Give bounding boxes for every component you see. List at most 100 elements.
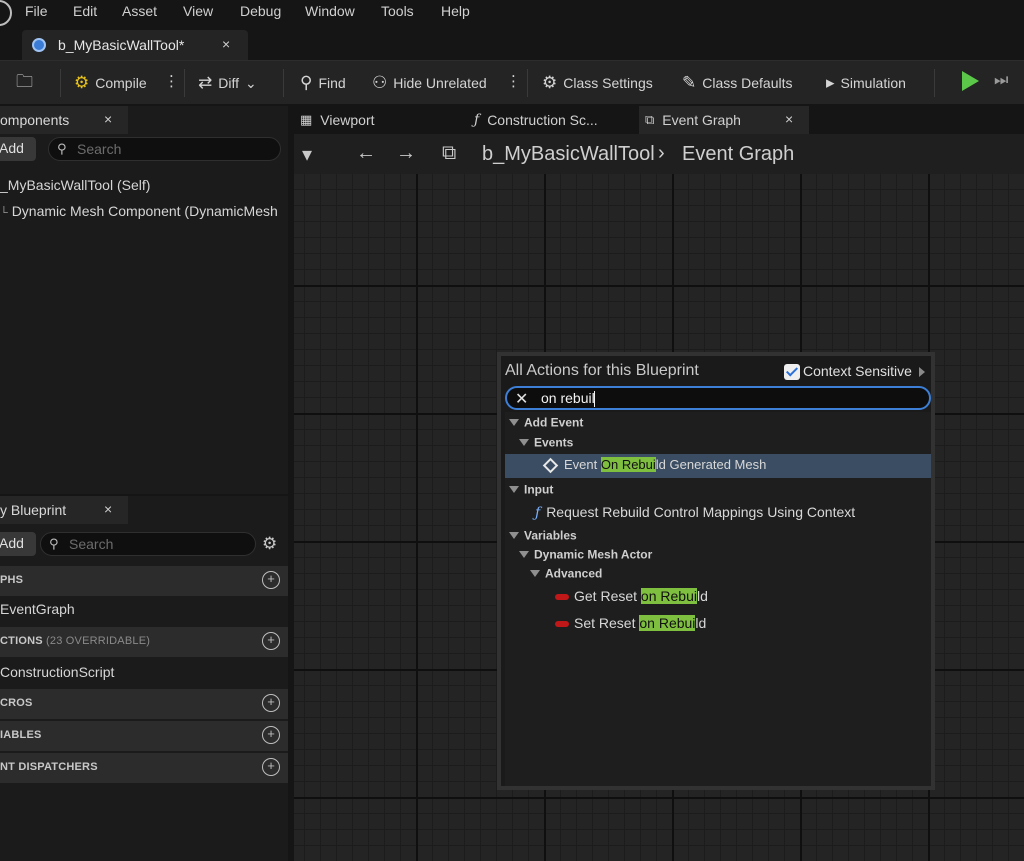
graph-item-eventgraph[interactable]: EventGraph: [0, 601, 75, 617]
text-caret: [594, 391, 595, 407]
context-expand-icon[interactable]: [919, 367, 925, 377]
blueprint-asset-icon: [32, 38, 46, 52]
asset-tab[interactable]: b_MyBasicWallTool* ×: [22, 30, 248, 60]
tab-event-graph[interactable]: ⧉ Event Graph ×: [639, 106, 809, 134]
toolbar-divider: [184, 69, 185, 97]
graphs-section[interactable]: PHS +: [0, 566, 288, 596]
bookmark-icon[interactable]: ▾: [302, 142, 312, 167]
macros-section[interactable]: CROS +: [0, 689, 288, 719]
components-close-icon[interactable]: ×: [104, 111, 112, 127]
variables-section[interactable]: IABLES +: [0, 721, 288, 751]
tree-item-self[interactable]: _MyBasicWallTool (Self): [0, 177, 150, 193]
my-blueprint-search-placeholder: Search: [69, 536, 114, 552]
forward-arrow-icon[interactable]: →: [396, 142, 416, 165]
menu-edit[interactable]: Edit: [73, 3, 97, 19]
gear-icon: ⚙: [542, 73, 558, 92]
event-icon: [542, 457, 559, 474]
action-item-request-rebuild[interactable]: ƒ Request Rebuild Control Mappings Using …: [505, 504, 931, 526]
compile-status-icon: ⚙: [74, 73, 90, 92]
menu-tools[interactable]: Tools: [381, 3, 414, 19]
expand-triangle-icon: [509, 486, 519, 494]
folder-search-icon: 🗀: [16, 71, 33, 91]
context-sensitive-checkbox[interactable]: [784, 364, 800, 380]
category-label: Events: [534, 435, 574, 450]
search-highlight: on Rebui: [639, 615, 696, 631]
diff-button[interactable]: ⇄ Diff ⌄: [198, 72, 257, 94]
simulation-button[interactable]: ▸ Simulation: [826, 72, 906, 94]
menu-file[interactable]: File: [25, 3, 48, 19]
add-dispatcher-icon[interactable]: +: [262, 758, 280, 776]
back-arrow-icon[interactable]: ←: [356, 142, 376, 165]
dispatchers-section[interactable]: NT DISPATCHERS +: [0, 753, 288, 783]
functions-section-label: CTIONS (23 OVERRIDABLE): [0, 635, 150, 647]
my-blueprint-close-icon[interactable]: ×: [104, 501, 112, 517]
advance-frame-icon[interactable]: ⏭: [994, 72, 1008, 90]
class-settings-label: Class Settings: [563, 75, 653, 91]
dispatchers-section-label: NT DISPATCHERS: [0, 761, 98, 773]
gear-icon[interactable]: ⚙: [262, 534, 277, 554]
expand-triangle-icon: [530, 570, 540, 578]
category-events[interactable]: Events: [505, 434, 931, 456]
functions-section[interactable]: CTIONS (23 OVERRIDABLE) +: [0, 627, 288, 657]
tab-construction-script[interactable]: ƒ Construction Sc...: [474, 106, 634, 134]
action-item-text: Request Rebuild Control Mappings Using C…: [546, 504, 856, 520]
tab-event-graph-close-icon[interactable]: ×: [785, 111, 793, 127]
my-blueprint-search-input[interactable]: ⚲ Search: [40, 532, 256, 556]
menu-asset[interactable]: Asset: [122, 3, 157, 19]
breadcrumb-blueprint[interactable]: b_MyBasicWallTool: [482, 143, 655, 166]
action-search-input[interactable]: ✕ on rebuil: [505, 386, 931, 410]
tree-item-dynamic-mesh[interactable]: └ Dynamic Mesh Component (DynamicMesh: [0, 203, 278, 219]
add-member-button[interactable]: Add: [0, 532, 36, 556]
add-macro-icon[interactable]: +: [262, 694, 280, 712]
class-settings-button[interactable]: ⚙ Class Settings: [542, 72, 653, 94]
search-icon: ⚲: [49, 536, 59, 551]
browse-asset-button[interactable]: 🗀: [16, 72, 33, 94]
play-icon[interactable]: [962, 71, 979, 91]
action-list: Add Event Events Event On Rebuild Genera…: [505, 412, 931, 786]
action-item-text: ld: [695, 615, 707, 631]
macros-section-label: CROS: [0, 697, 33, 709]
hide-unrelated-button[interactable]: ⚇ Hide Unrelated: [372, 72, 487, 94]
my-blueprint-tab[interactable]: y Blueprint ×: [0, 496, 128, 524]
components-search-input[interactable]: ⚲ Search: [48, 137, 281, 161]
engine-logo-icon[interactable]: [0, 0, 12, 26]
category-input[interactable]: Input: [505, 481, 931, 503]
category-advanced[interactable]: Advanced: [505, 565, 931, 587]
action-search-query: on rebuil: [541, 390, 595, 406]
add-component-button[interactable]: Add: [0, 137, 36, 161]
menu-view[interactable]: View: [183, 3, 213, 19]
find-icon: ⚲: [300, 73, 313, 92]
chevron-down-icon: ⌄: [245, 74, 257, 91]
hide-unrelated-options-icon[interactable]: ⋮: [506, 72, 521, 90]
toolbar-divider: [934, 69, 935, 97]
category-label: Dynamic Mesh Actor: [534, 547, 653, 562]
graphs-section-label: PHS: [0, 574, 24, 586]
menu-help[interactable]: Help: [441, 3, 470, 19]
action-item-set-reset-on-rebuild[interactable]: Set Reset on Rebuild: [505, 615, 931, 637]
category-label: Add Event: [524, 415, 584, 430]
class-defaults-button[interactable]: ✎ Class Defaults: [682, 72, 793, 94]
components-tab[interactable]: omponents ×: [0, 106, 128, 134]
asset-tab-close-icon[interactable]: ×: [222, 36, 230, 52]
function-icon: ƒ: [535, 505, 541, 521]
action-item-get-reset-on-rebuild[interactable]: Get Reset on Rebuild: [505, 588, 931, 610]
menu-window[interactable]: Window: [305, 3, 355, 19]
tab-viewport-label: Viewport: [320, 112, 375, 128]
menu-debug[interactable]: Debug: [240, 3, 281, 19]
add-graph-icon[interactable]: +: [262, 571, 280, 589]
action-item-event-on-rebuild[interactable]: Event On Rebuild Generated Mesh: [505, 454, 931, 478]
action-item-text: Event: [564, 457, 601, 472]
tab-viewport[interactable]: ▦ Viewport: [300, 106, 460, 134]
action-item-text: Set Reset: [574, 615, 640, 631]
class-defaults-label: Class Defaults: [702, 75, 793, 91]
asset-tab-strip: b_MyBasicWallTool* ×: [0, 26, 1024, 60]
category-add-event[interactable]: Add Event: [505, 414, 931, 436]
find-button[interactable]: ⚲ Find: [300, 72, 346, 94]
add-variable-icon[interactable]: +: [262, 726, 280, 744]
add-function-icon[interactable]: +: [262, 632, 280, 650]
compile-options-icon[interactable]: ⋮: [164, 72, 179, 90]
category-label: Advanced: [545, 566, 603, 581]
function-item-constructionscript[interactable]: ConstructionScript: [0, 664, 114, 680]
clear-search-icon[interactable]: ✕: [515, 389, 528, 409]
compile-button[interactable]: ⚙ Compile: [74, 72, 147, 94]
